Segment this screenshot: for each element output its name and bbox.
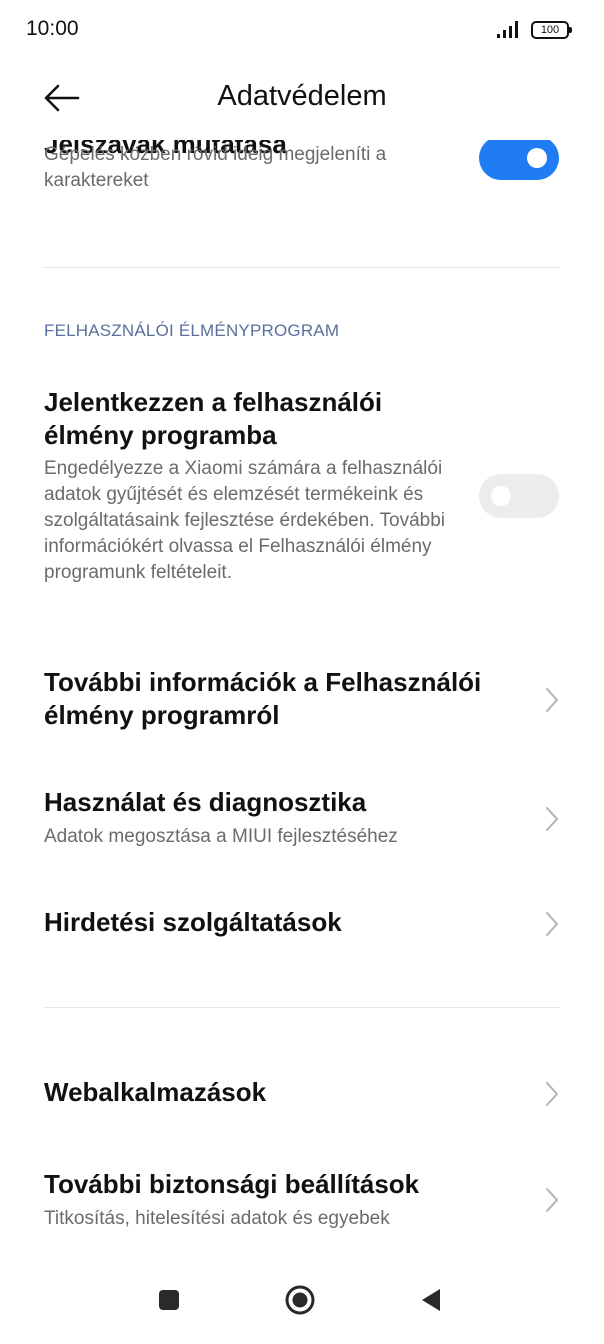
status-time: 10:00 [26, 17, 79, 40]
battery-level: 100 [540, 24, 560, 36]
settings-list[interactable]: Jelszavak mutatása Gépelés közben rövid … [0, 140, 604, 1260]
toggle-knob [491, 486, 511, 506]
divider [44, 1007, 560, 1008]
diagnostics-title: Használat és diagnosztika [44, 787, 367, 817]
battery-icon: 100 [531, 21, 572, 39]
setting-ux-info[interactable]: További információk a Felhasználói élmén… [0, 660, 604, 740]
show-characters-toggle[interactable] [479, 140, 559, 180]
setting-security[interactable]: További biztonsági beállítások Titkosítá… [0, 1162, 604, 1242]
web-apps-title: Webalkalmazások [44, 1077, 267, 1107]
ux-info-title: További információk a Felhasználói élmén… [44, 667, 482, 730]
show-characters-subtitle: Gépelés közben rövid ideig megjeleníti a… [44, 144, 387, 191]
square-recents-icon[interactable] [157, 1288, 181, 1312]
chevron-right-icon [546, 1188, 558, 1212]
chevron-right-icon [546, 688, 558, 712]
setting-diagnostics[interactable]: Használat és diagnosztika Adatok megoszt… [0, 780, 604, 860]
divider [44, 267, 560, 268]
diagnostics-subtitle: Adatok megosztása a MIUI fejlesztéséhez [44, 826, 398, 847]
page-title: Adatvédelem [217, 80, 387, 112]
chevron-right-icon [546, 912, 558, 936]
status-bar: 10:00 100 [0, 0, 604, 60]
triangle-back-icon[interactable] [419, 1287, 443, 1313]
setting-ads[interactable]: Hirdetési szolgáltatások [0, 900, 604, 950]
setting-show-characters[interactable]: Jelszavak mutatása Gépelés közben rövid … [0, 140, 604, 248]
ux-program-toggle[interactable] [479, 474, 559, 518]
setting-web-apps[interactable]: Webalkalmazások [0, 1070, 604, 1120]
chevron-right-icon [546, 807, 558, 831]
security-title: További biztonsági beállítások [44, 1169, 420, 1199]
system-nav-bar [0, 1268, 604, 1344]
circle-home-icon[interactable] [284, 1284, 316, 1316]
ux-program-subtitle: Engedélyezze a Xiaomi számára a felhaszn… [44, 458, 446, 583]
app-header: Adatvédelem [0, 60, 604, 140]
ads-title: Hirdetési szolgáltatások [44, 907, 342, 937]
ux-program-title: Jelentkezzen a felhasználói élmény progr… [44, 387, 383, 450]
cellular-signal-icon [497, 21, 518, 38]
screen: 10:00 100 Adatvédelem Jelszavak mutatása… [0, 0, 604, 1344]
chevron-right-icon [546, 1082, 558, 1106]
setting-ux-program[interactable]: Jelentkezzen a felhasználói élmény progr… [0, 384, 604, 614]
section-header-ux-program: FELHASZNÁLÓI ÉLMÉNYPROGRAM [44, 321, 340, 340]
security-subtitle: Titkosítás, hitelesítési adatok és egyeb… [44, 1208, 390, 1229]
toggle-knob [527, 148, 547, 168]
